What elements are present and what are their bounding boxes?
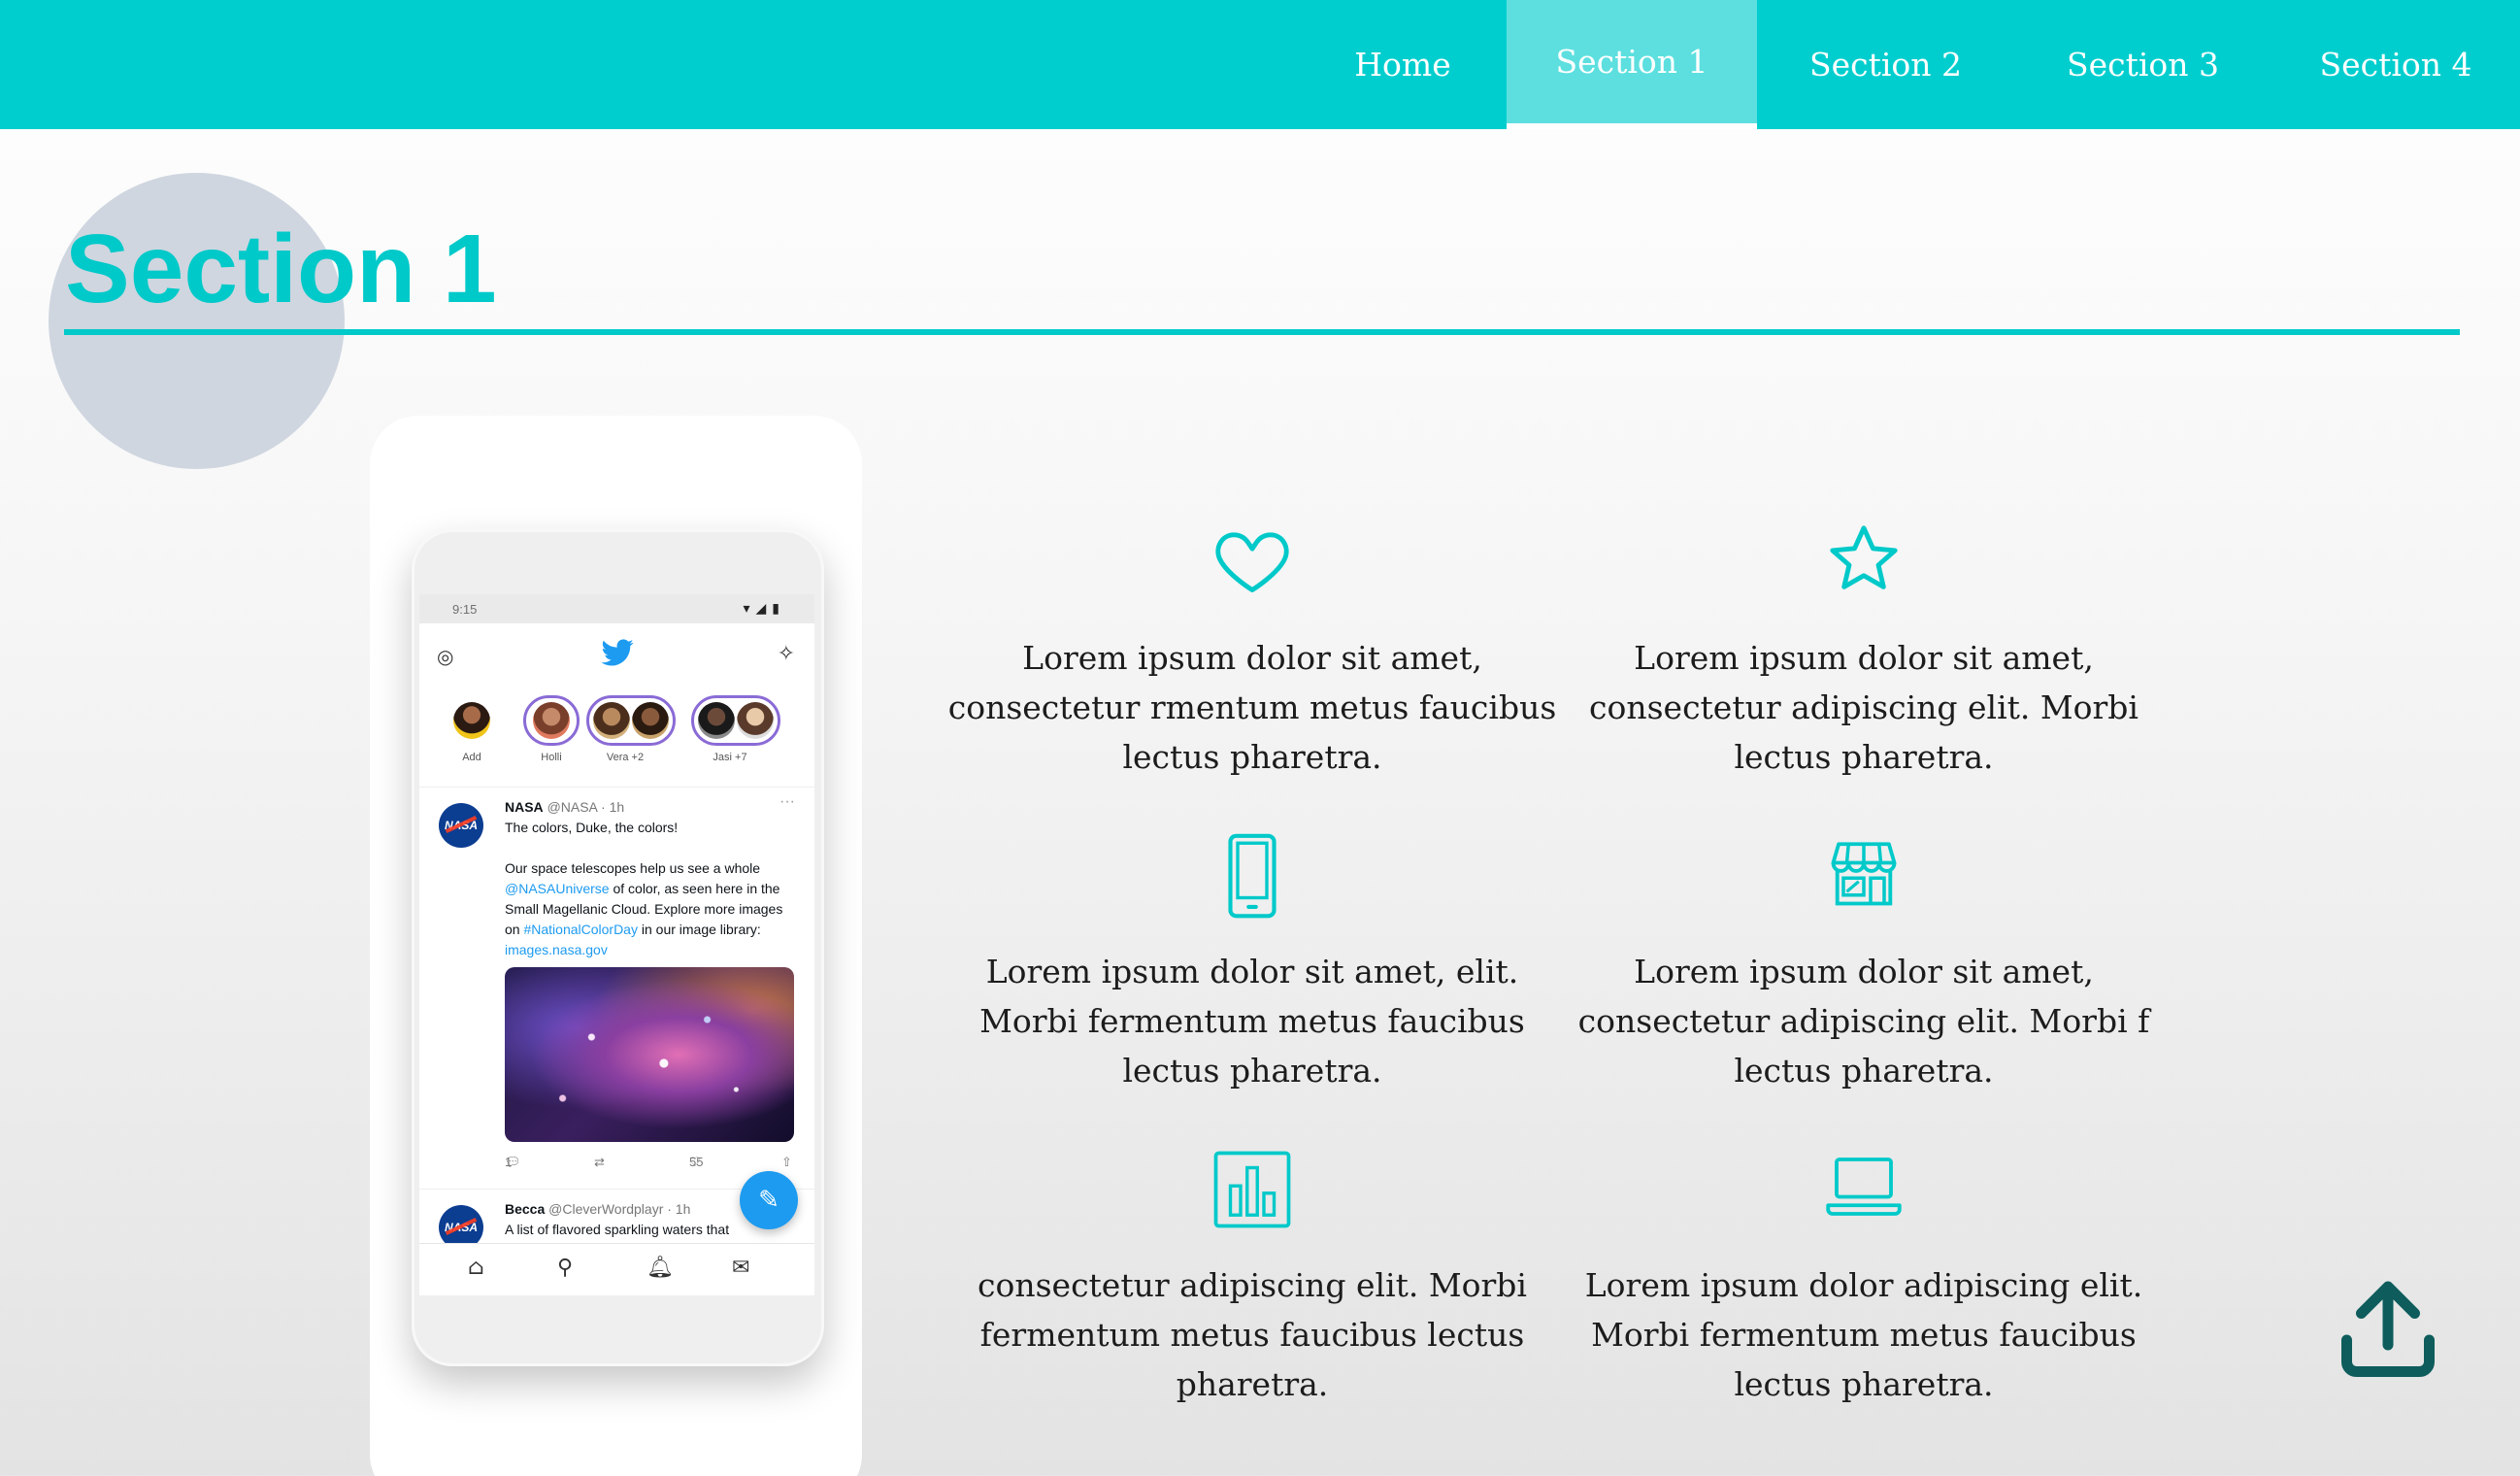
avatar — [593, 702, 630, 739]
bottom-nav: ⌂ ⚲ 🔔︎ ✉ — [419, 1243, 814, 1295]
bell-icon[interactable]: 🔔︎ — [647, 1256, 674, 1280]
nasa-avatar: NASA — [439, 803, 483, 848]
heart-outline-icon: ♡ — [689, 1155, 701, 1169]
home-icon[interactable]: ⌂ — [468, 1256, 484, 1280]
fleets-row: Add Holli Vera +2 Jasi +7 — [419, 695, 814, 783]
twitter-bird-icon — [601, 639, 634, 666]
nav-section-4[interactable]: Section 4 — [2271, 0, 2520, 129]
profile-icon[interactable]: ◎ — [437, 645, 453, 669]
mention-link[interactable]: @NASAUniverse — [505, 881, 610, 896]
avatar — [632, 702, 669, 739]
share-icon[interactable]: ⇧ — [781, 1155, 792, 1170]
nav-section-1[interactable]: Section 1 — [1507, 0, 1757, 129]
fleet-vera[interactable]: Vera +2 — [586, 695, 676, 763]
tweet-handle: @NASA · 1h — [547, 799, 625, 815]
signal-battery-icons: ▾◢▮ — [743, 600, 785, 616]
heart-icon — [1215, 532, 1289, 592]
section-title: Section 1 — [65, 215, 497, 323]
nav-section-2[interactable]: Section 2 — [1757, 0, 2014, 129]
url-link[interactable]: images.nasa.gov — [505, 942, 608, 957]
fleet-add[interactable]: Add — [433, 695, 511, 763]
laptop-icon — [1826, 1157, 1902, 1216]
feature-text: consectetur adipiscing elit. Morbi ferme… — [978, 1266, 1527, 1403]
mail-icon[interactable]: ✉ — [732, 1256, 749, 1280]
tweet[interactable]: NASA ··· NASA @NASA · 1h The colors, Duk… — [419, 787, 814, 1190]
bar-chart-icon — [1213, 1151, 1291, 1228]
tweet-author: NASA — [505, 799, 544, 815]
avatar — [533, 702, 570, 739]
hashtag-link[interactable]: #NationalColorDay — [523, 922, 638, 937]
top-navbar: Home Section 1 Section 2 Section 3 Secti… — [0, 0, 2520, 129]
feature-text: Lorem ipsum dolor sit amet, consectetur … — [1589, 639, 2139, 776]
retweet-icon[interactable]: ⇄ — [594, 1155, 605, 1170]
title-divider — [64, 329, 2460, 335]
avatar — [698, 702, 735, 739]
sparkle-icon[interactable]: ✧ — [778, 641, 795, 666]
status-time: 9:15 — [452, 602, 478, 617]
tweet-handle: @CleverWordplayr · 1h — [548, 1201, 691, 1217]
nav-home[interactable]: Home — [1301, 0, 1505, 129]
store-icon — [1831, 842, 1897, 906]
feature-text: Lorem ipsum dolor sit amet, elit. Morbi … — [979, 953, 1525, 1090]
fleet-jasi[interactable]: Jasi +7 — [691, 695, 780, 763]
fleet-label: Jasi +7 — [713, 752, 747, 763]
avatar — [453, 702, 490, 739]
reply-icon: 💬︎ — [505, 1155, 521, 1169]
fleet-label: Holli — [541, 752, 562, 763]
search-icon[interactable]: ⚲ — [557, 1256, 573, 1280]
fleet-label: Add — [462, 752, 481, 763]
like-action[interactable]: ♡ 55 — [689, 1155, 703, 1169]
status-bar: 9:15 ▾◢▮ — [419, 594, 814, 623]
feature-text: Lorem ipsum dolor adipiscing elit. Morbi… — [1584, 1266, 2143, 1403]
avatar — [737, 702, 774, 739]
upload-icon[interactable] — [2330, 1272, 2446, 1389]
compose-tweet-button[interactable]: ✎ — [740, 1171, 798, 1229]
feature-text: Lorem ipsum dolor sit amet, consectetur … — [1577, 953, 2150, 1090]
reply-action[interactable]: 💬︎ 1 — [505, 1155, 521, 1169]
star-icon — [1830, 525, 1898, 589]
twitter-header: ◎ ✧ — [419, 623, 814, 678]
mobile-phone-icon — [1228, 833, 1277, 919]
feather-icon: ✎ — [758, 1186, 779, 1215]
nebula-image[interactable] — [505, 967, 794, 1142]
feature-text: Lorem ipsum dolor sit amet, consectetur … — [947, 639, 1557, 776]
fleet-label: Vera +2 — [606, 752, 645, 763]
fleet-holli[interactable]: Holli — [513, 695, 590, 763]
tweet-text-body: Our space telescopes help us see a whole… — [505, 860, 783, 957]
nav-section-3[interactable]: Section 3 — [2014, 0, 2271, 129]
tweet-text-line: The colors, Duke, the colors! — [505, 820, 679, 835]
tweet-author: Becca — [505, 1201, 546, 1217]
